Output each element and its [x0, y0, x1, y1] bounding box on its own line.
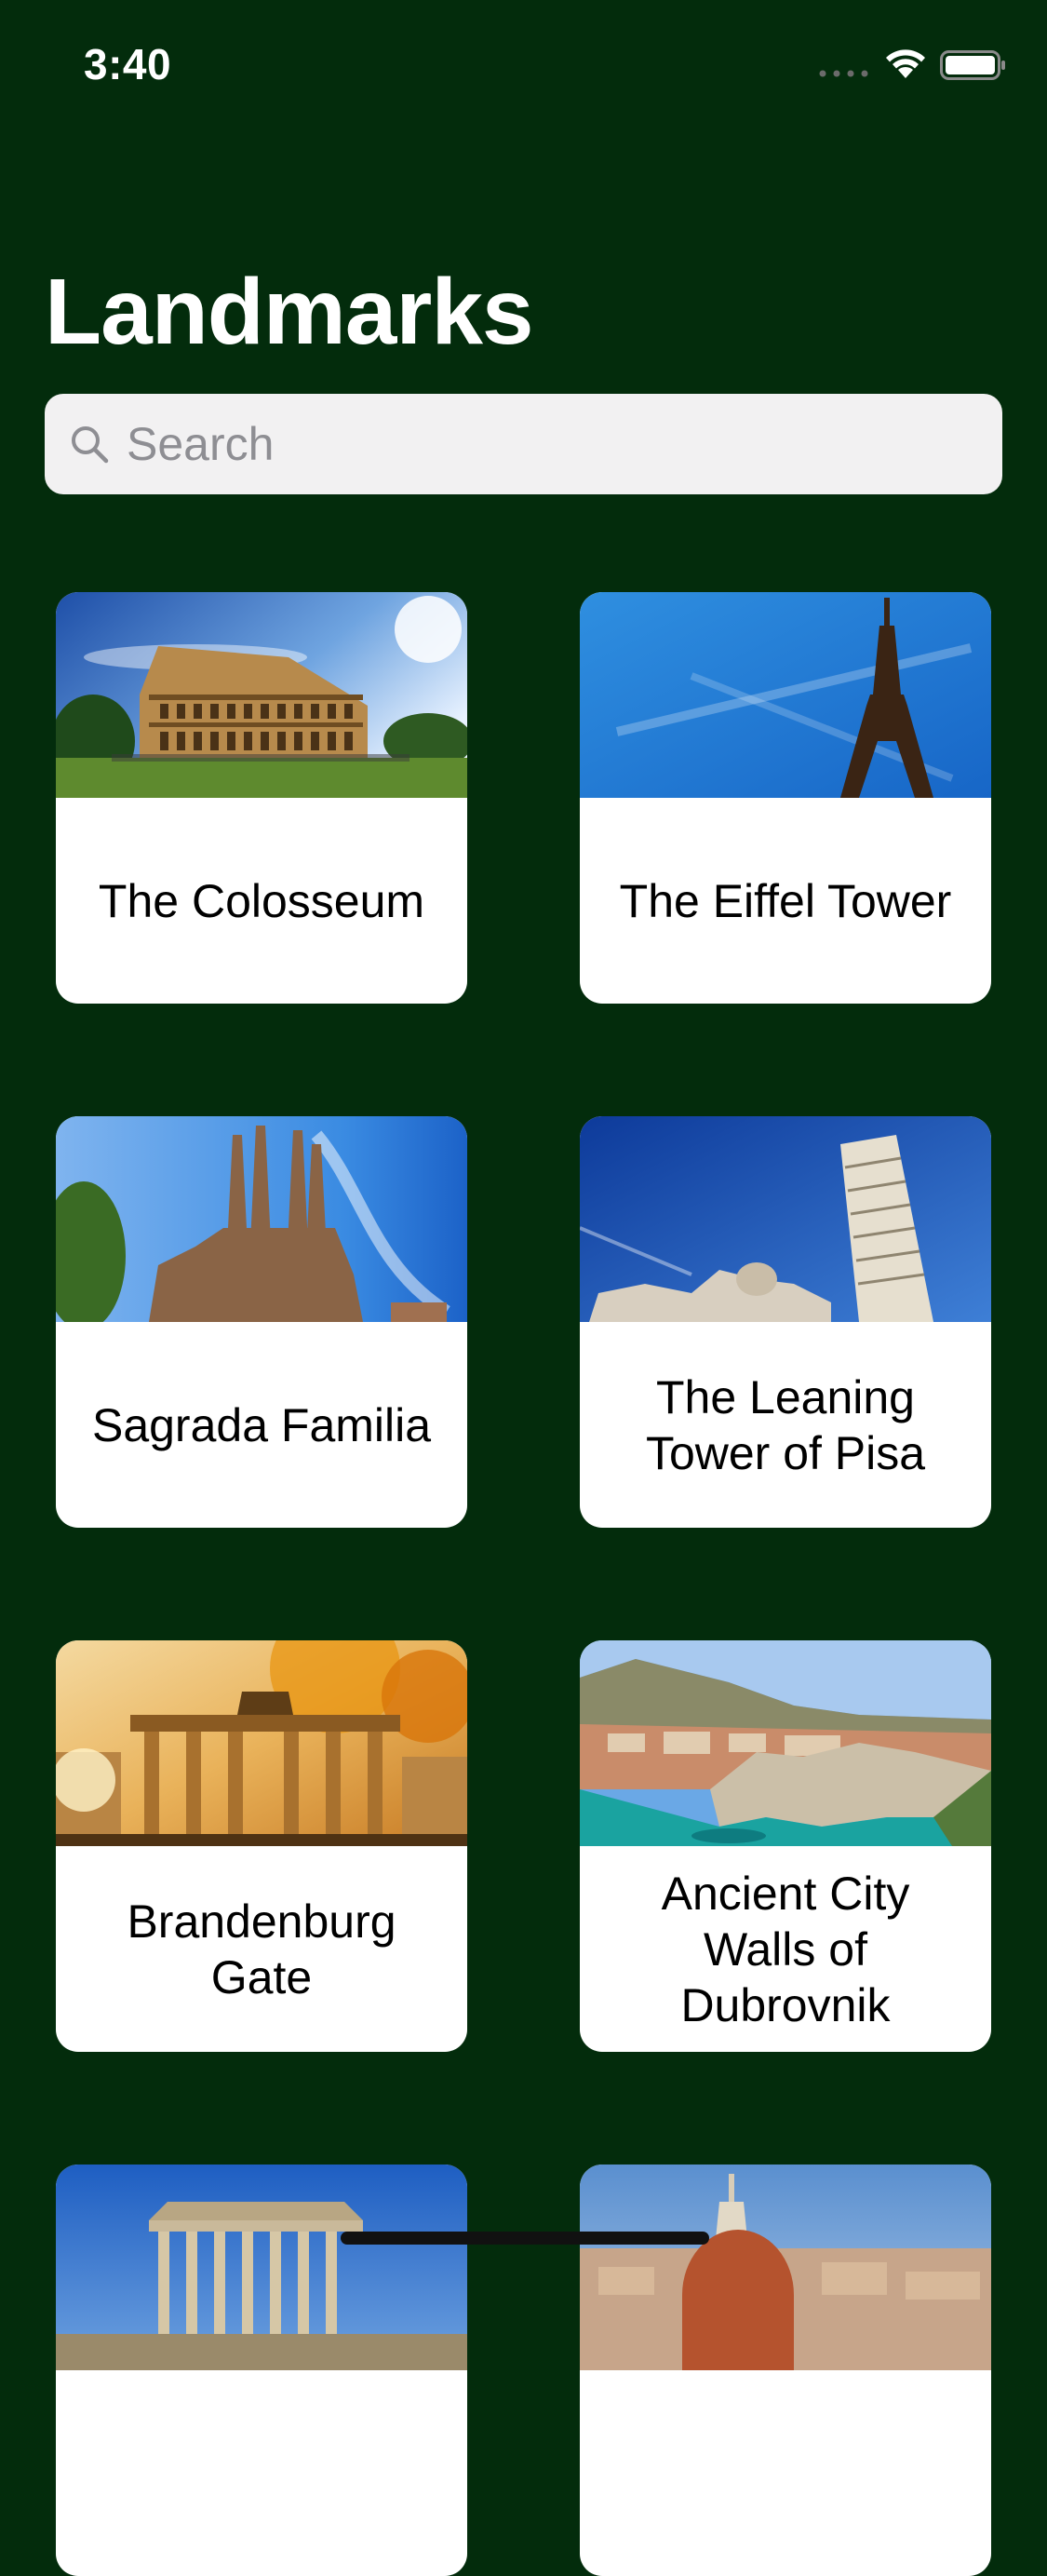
- battery-icon: [940, 50, 1005, 80]
- signal-dots-icon: [819, 70, 868, 77]
- search-icon: [72, 426, 109, 464]
- landmark-card-sagrada-familia[interactable]: Sagrada Familia: [56, 1116, 467, 1528]
- colosseum-photo: [56, 592, 467, 798]
- landmark-name: Ancient City Walls of Dubrovnik: [661, 1867, 910, 2031]
- landmark-name: [56, 2370, 467, 2576]
- landmark-name: The Leaning Tower of Pisa: [645, 1370, 926, 1479]
- search-bar[interactable]: [45, 394, 1002, 494]
- eiffel-tower-photo: [580, 592, 991, 798]
- landmark-card-florence-cathedral[interactable]: [580, 2165, 991, 2576]
- landmark-card-leaning-tower[interactable]: The Leaning Tower of Pisa: [580, 1116, 991, 1528]
- status-bar: 3:40: [0, 0, 1047, 123]
- status-time: 3:40: [84, 40, 172, 88]
- wifi-icon: [886, 49, 925, 78]
- landmark-card-colosseum[interactable]: The Colosseum: [56, 592, 467, 1004]
- landmark-name: [580, 2370, 991, 2576]
- page-title: Landmarks: [45, 260, 534, 364]
- landmark-card-dubrovnik[interactable]: Ancient City Walls of Dubrovnik: [580, 1640, 991, 2052]
- landmark-name: The Colosseum: [98, 874, 425, 927]
- landmark-card-brandenburg-gate[interactable]: Brandenburg Gate: [56, 1640, 467, 2052]
- landmark-name: Sagrada Familia: [91, 1398, 432, 1451]
- search-input[interactable]: [127, 394, 983, 494]
- sagrada-familia-photo: [56, 1116, 467, 1322]
- landmark-card-acropolis[interactable]: [56, 2165, 467, 2576]
- home-indicator[interactable]: [341, 2232, 709, 2245]
- landmark-name: Brandenburg Gate: [127, 1895, 396, 2003]
- dubrovnik-walls-photo: [580, 1640, 991, 1846]
- brandenburg-gate-photo: [56, 1640, 467, 1846]
- leaning-tower-photo: [580, 1116, 991, 1322]
- landmark-card-eiffel-tower[interactable]: The Eiffel Tower: [580, 592, 991, 1004]
- landmark-name: The Eiffel Tower: [619, 874, 952, 927]
